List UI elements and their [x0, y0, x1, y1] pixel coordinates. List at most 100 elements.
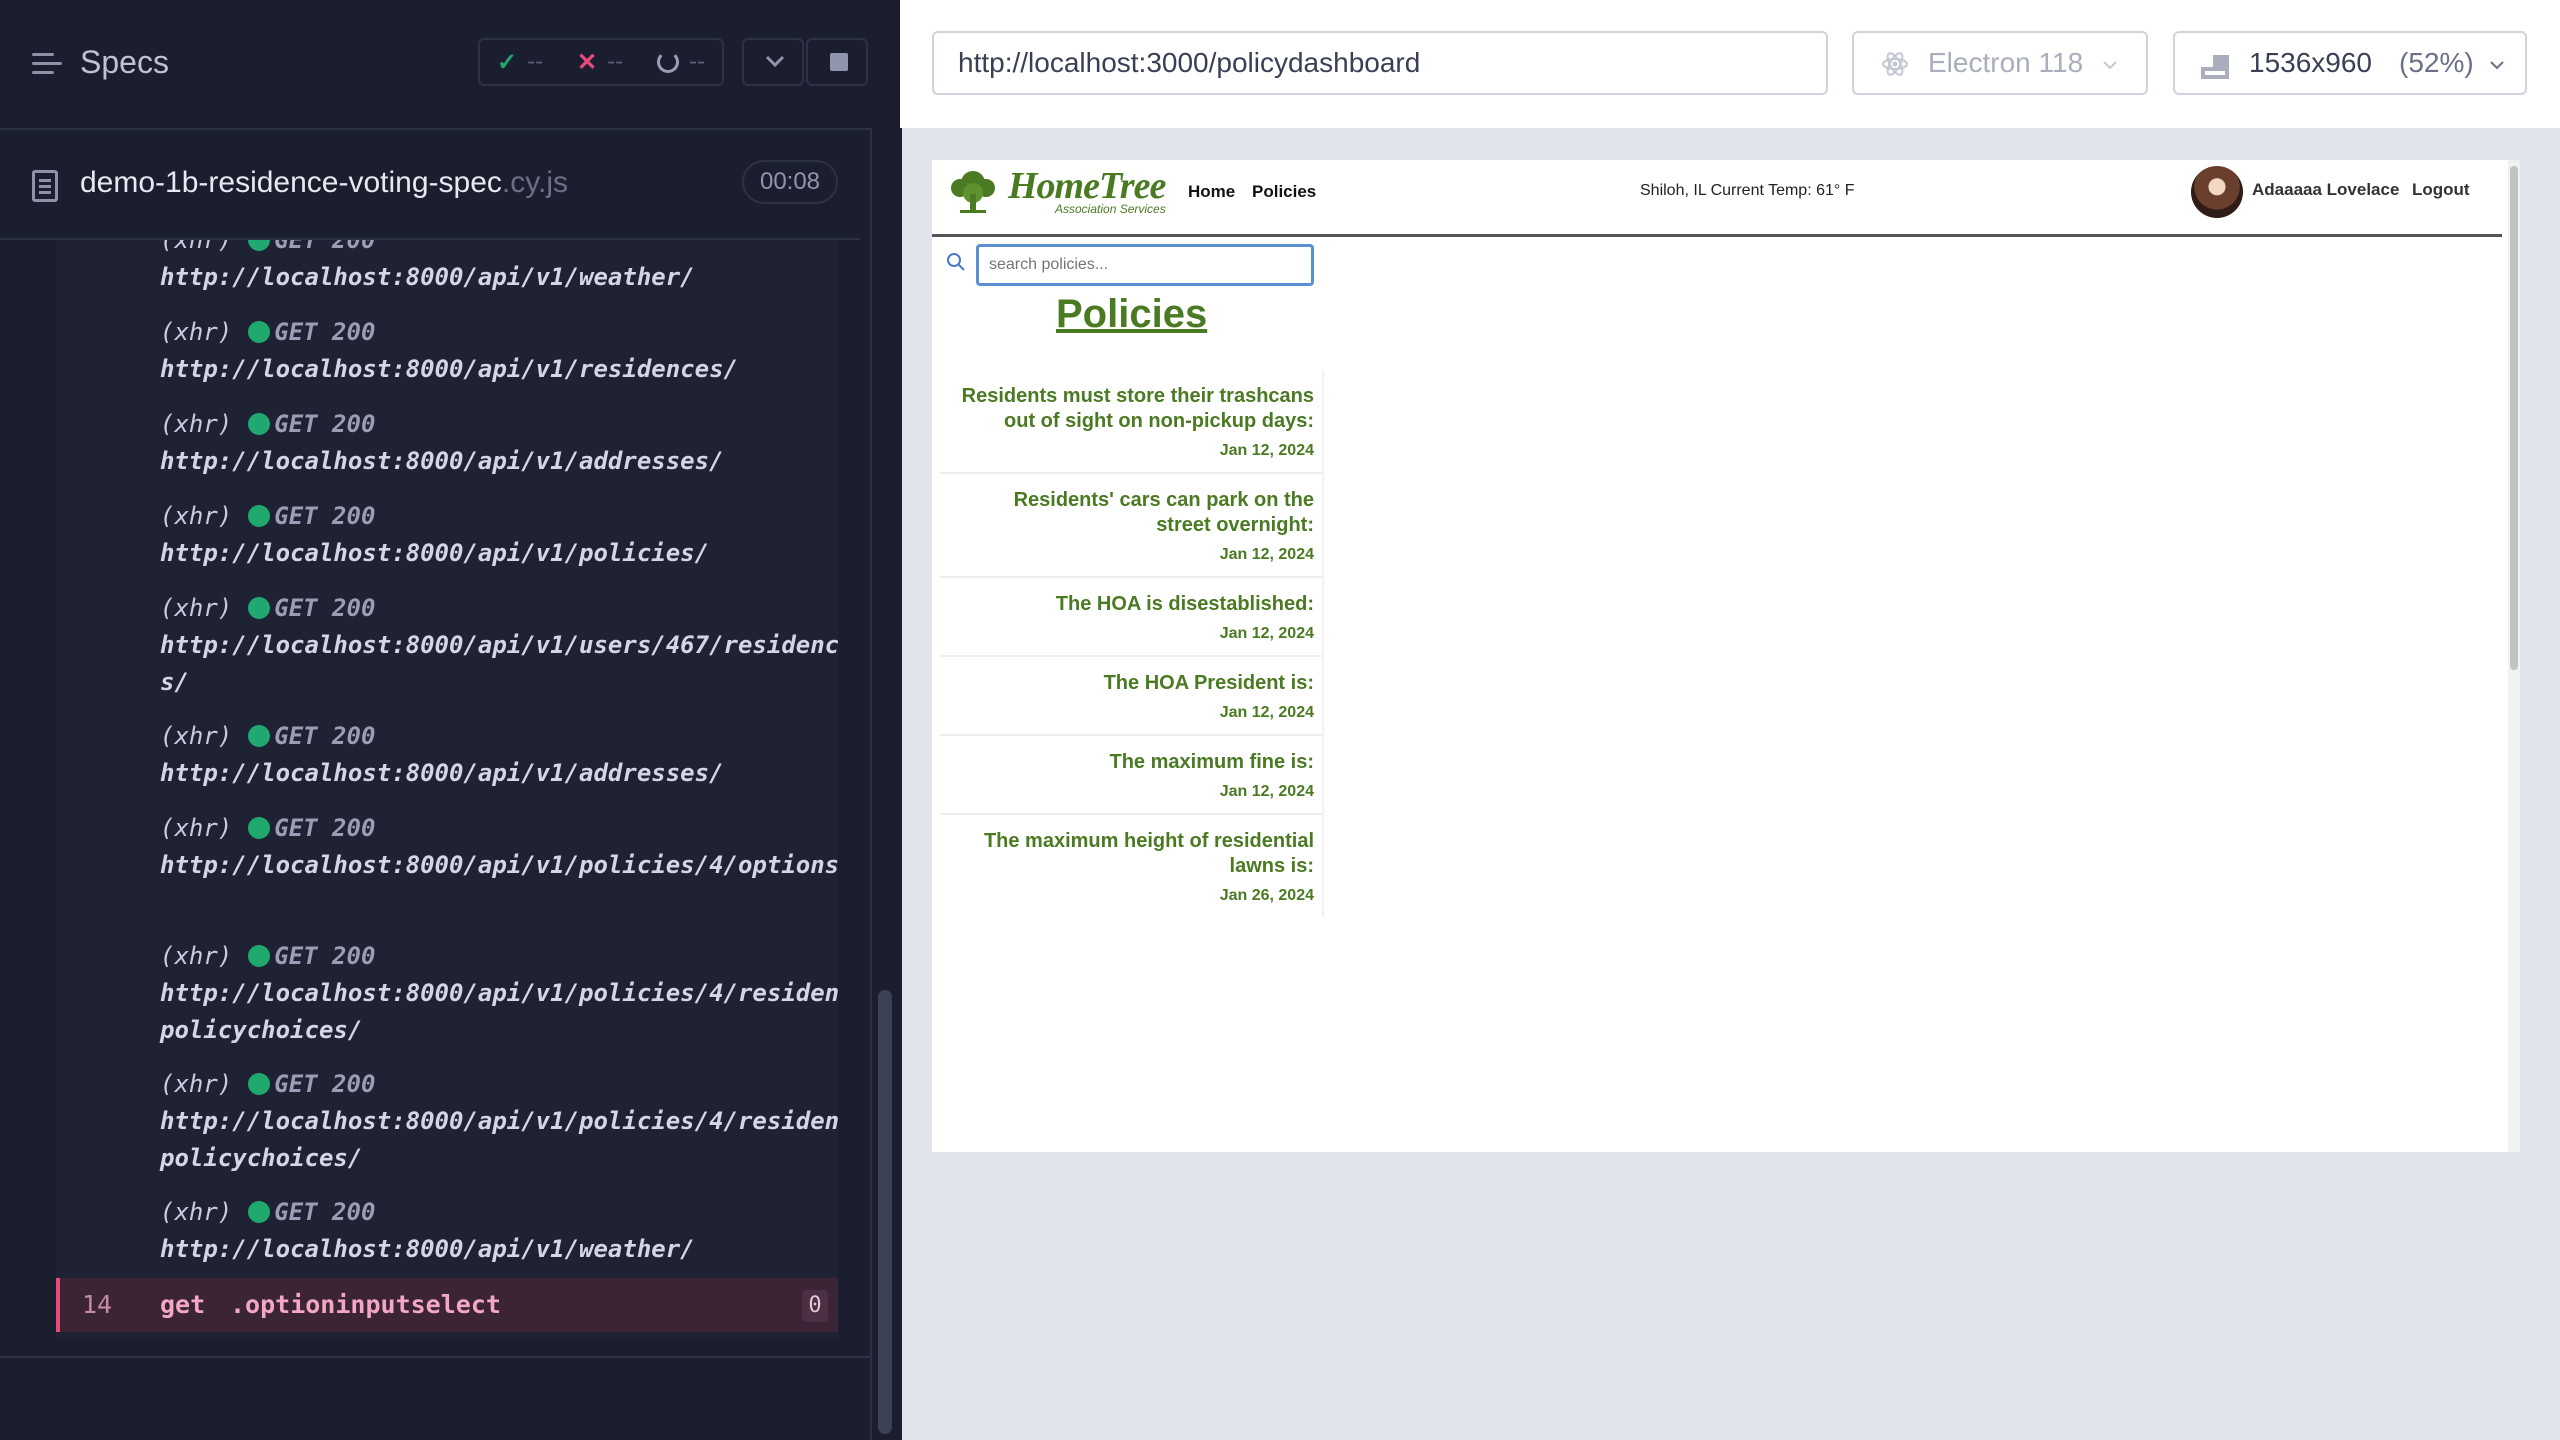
app-viewport: HomeTree Association Services Home Polic…: [932, 160, 2520, 1152]
stop-button[interactable]: [806, 38, 868, 86]
chevron-down-icon: [765, 55, 785, 68]
log-type: (xhr): [160, 942, 233, 970]
policy-date: Jan 12, 2024: [1219, 704, 1314, 721]
log-entry[interactable]: (xhr) GET 200 http://localhost:8000/api/v…: [160, 406, 838, 480]
specs-header: Specs ✓ -- ✕ -- --: [0, 0, 900, 130]
policy-date: Jan 12, 2024: [1219, 625, 1314, 642]
page-title: Policies: [1056, 292, 1208, 336]
policy-name: The maximum fine is:: [1109, 751, 1315, 773]
log-entry[interactable]: (xhr) GET 200 http://localhost:8000/api/v…: [160, 1194, 838, 1268]
log-url: http://localhost:8000/api/v1/policies/: [160, 539, 710, 567]
policy-item[interactable]: The HOA is disestablished: Jan 12, 2024: [940, 578, 1322, 657]
specs-toggle[interactable]: Specs: [32, 44, 169, 81]
log-method: GET 200: [274, 594, 376, 622]
spec-file-name: demo-1b-residence-voting-spec.cy.js: [80, 166, 568, 200]
document-icon: [32, 170, 58, 202]
chevron-down-icon: [2490, 61, 2504, 70]
policy-item[interactable]: Residents' cars can park on the street o…: [940, 474, 1322, 578]
avatar[interactable]: [2191, 166, 2243, 218]
failed-count: --: [607, 48, 624, 75]
nav-policies-link[interactable]: Policies: [1252, 182, 1316, 202]
log-url: http://localhost:8000/api/v1/policies/4/…: [160, 851, 838, 879]
status-dot-icon: [248, 1073, 271, 1095]
policy-item[interactable]: The maximum fine is: Jan 12, 2024: [940, 736, 1322, 815]
test-stats: ✓ -- ✕ -- --: [478, 38, 724, 86]
viewport-zoom: (52%): [2399, 47, 2474, 78]
log-method: GET 200: [274, 240, 376, 254]
check-icon: ✓: [496, 48, 518, 76]
log-type: (xhr): [160, 722, 233, 750]
log-url: http://localhost:8000/api/v1/weather/: [160, 263, 695, 291]
status-dot-icon: [248, 505, 271, 527]
log-type: (xhr): [160, 502, 233, 530]
log-method: GET 200: [274, 502, 376, 530]
url-bar[interactable]: http://localhost:3000/policydashboard: [932, 31, 1828, 95]
log-method: GET 200: [274, 318, 376, 346]
log-url: http://localhost:8000/api/v1/addresses/: [160, 759, 724, 787]
nav-home-link[interactable]: Home: [1188, 182, 1235, 202]
pending-stat: --: [657, 48, 705, 76]
failed-stat: ✕ --: [577, 48, 623, 77]
log-entry[interactable]: (xhr) GET 200 http://localhost:8000/api/v…: [160, 718, 838, 792]
log-entry[interactable]: (xhr) GET 200 http://localhost:8000/api/v…: [160, 938, 838, 1049]
logout-link[interactable]: Logout: [2412, 180, 2470, 200]
ruler-icon: [2201, 55, 2229, 79]
policy-name: The maximum height of residential lawns …: [983, 830, 1314, 877]
policy-date: Jan 26, 2024: [1219, 887, 1314, 904]
command-name: get: [160, 1290, 206, 1319]
passed-stat: ✓ --: [497, 48, 543, 77]
runner-scrollbar-thumb[interactable]: [878, 990, 892, 1434]
log-method: GET 200: [274, 722, 376, 750]
log-method: GET 200: [274, 942, 376, 970]
log-url: http://localhost:8000/api/v1/users/467/r…: [160, 631, 838, 696]
x-icon: ✕: [577, 48, 598, 76]
spec-file-ext: .cy.js: [501, 166, 568, 199]
policy-list: Residents must store their trashcans out…: [940, 370, 1324, 917]
policy-item[interactable]: The HOA President is: Jan 12, 2024: [940, 657, 1322, 736]
chevron-down-icon: [2103, 61, 2117, 70]
log-entry[interactable]: (xhr) GET 200 http://localhost:8000/api/v…: [160, 498, 838, 572]
spec-duration: 00:08: [742, 160, 838, 204]
log-method: GET 200: [274, 1198, 376, 1226]
spec-file-header: demo-1b-residence-voting-spec.cy.js 00:0…: [0, 132, 860, 240]
log-entry[interactable]: (xhr) GET 200 http://localhost:8000/api/v…: [160, 240, 838, 296]
log-entry[interactable]: (xhr) GET 200 http://localhost:8000/api/v…: [160, 314, 838, 388]
tree-logo-icon: [951, 171, 995, 213]
status-dot-icon: [248, 945, 271, 967]
cypress-runner-panel: Specs ✓ -- ✕ -- -- demo-1b-residence-vot…: [0, 0, 900, 1440]
log-method: GET 200: [274, 410, 376, 438]
search-icon: [947, 253, 965, 271]
stop-icon: [830, 53, 848, 71]
status-dot-icon: [248, 240, 271, 251]
policy-name: Residents must store their trashcans out…: [961, 385, 1314, 432]
policy-date: Jan 12, 2024: [1219, 783, 1314, 800]
search-policies-input[interactable]: [976, 244, 1314, 286]
viewport-selector[interactable]: 1536x960 (52%): [2173, 31, 2527, 95]
app-scrollbar-thumb[interactable]: [2510, 166, 2518, 670]
specs-menu-icon: [32, 51, 62, 75]
log-method: GET 200: [274, 1070, 376, 1098]
log-entry[interactable]: (xhr) GET 200 http://localhost:8000/api/v…: [160, 810, 838, 884]
policy-item[interactable]: Residents must store their trashcans out…: [940, 370, 1322, 474]
policy-name: Residents' cars can park on the street o…: [1013, 489, 1314, 536]
user-name[interactable]: Adaaaaa Lovelace: [2252, 180, 2399, 200]
status-dot-icon: [248, 725, 271, 747]
log-entry[interactable]: (xhr) GET 200 http://localhost:8000/api/v…: [160, 590, 838, 701]
log-type: (xhr): [160, 410, 233, 438]
active-command-row[interactable]: 14 get .optioninputselect 0: [56, 1278, 838, 1332]
chevron-down-button[interactable]: [742, 38, 804, 86]
spinner-icon: [657, 51, 680, 73]
status-dot-icon: [248, 597, 271, 619]
policy-item[interactable]: The maximum height of residential lawns …: [940, 815, 1322, 917]
browser-selector[interactable]: Electron 118: [1852, 31, 2148, 95]
log-entry[interactable]: (xhr) GET 200 http://localhost:8000/api/v…: [160, 1066, 838, 1177]
pending-count: --: [689, 48, 706, 75]
status-dot-icon: [248, 413, 271, 435]
viewport-size: 1536x960: [2249, 47, 2373, 78]
log-type: (xhr): [160, 240, 233, 254]
app-header: HomeTree Association Services Home Polic…: [932, 160, 2502, 237]
command-number: 14: [82, 1290, 113, 1319]
status-dot-icon: [248, 321, 271, 343]
specs-label: Specs: [80, 44, 169, 80]
log-url: http://localhost:8000/api/v1/policies/4/…: [160, 1107, 838, 1172]
